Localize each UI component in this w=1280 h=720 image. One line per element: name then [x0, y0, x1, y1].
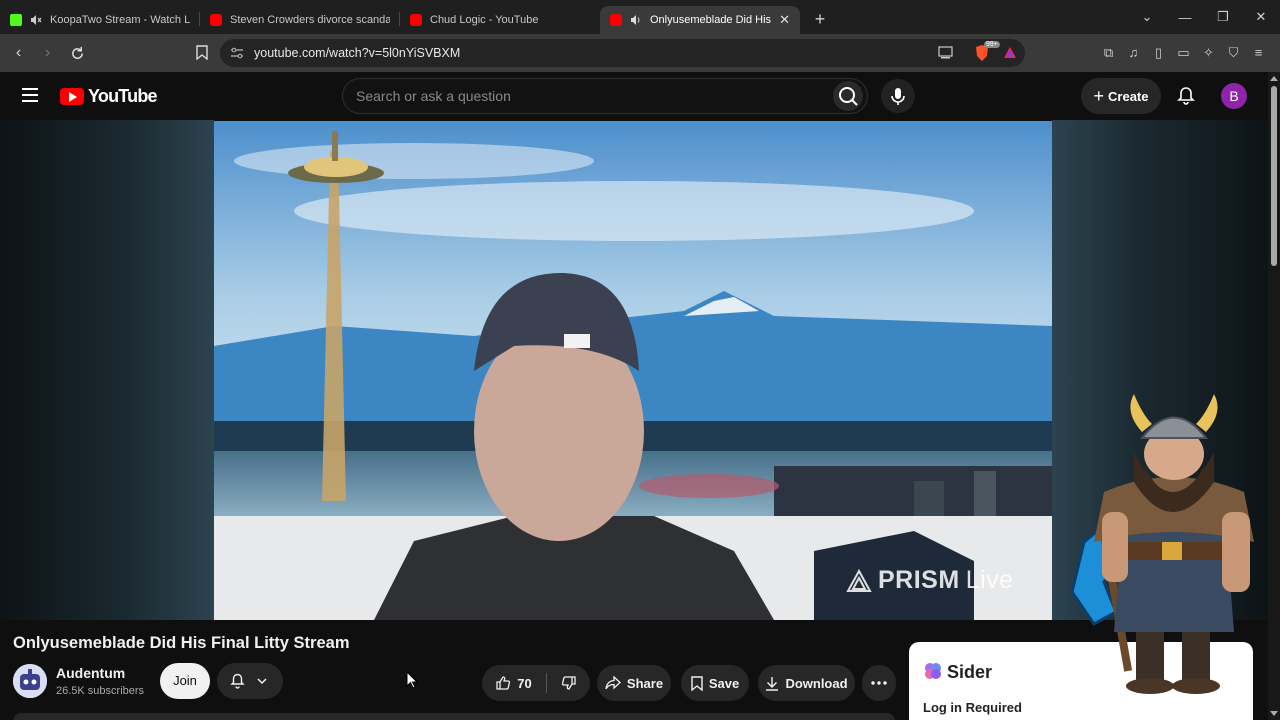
reload-icon[interactable]: [70, 46, 85, 61]
like-dislike-bar: 70: [482, 665, 590, 701]
kick-favicon-icon: [10, 14, 22, 26]
close-window-button[interactable]: ✕: [1242, 9, 1280, 25]
youtube-favicon-icon: [210, 14, 222, 26]
channel-name[interactable]: Audentum: [56, 665, 125, 681]
download-label: Download: [785, 675, 848, 691]
search-input[interactable]: [343, 79, 803, 113]
share-arrow-icon: [605, 676, 621, 690]
browser-tab-kick[interactable]: KoopaTwo Stream - Watch Live o: [0, 6, 200, 34]
save-label: Save: [708, 675, 740, 691]
account-avatar[interactable]: B: [1221, 83, 1247, 109]
extensions-area: ⧉ ♫ ▯ ▭ ✧ ⛉ ≡: [1100, 44, 1267, 61]
channel-avatar[interactable]: [13, 664, 47, 698]
subscription-notifications-button[interactable]: [217, 663, 283, 699]
like-divider: [545, 673, 547, 693]
youtube-logo[interactable]: YouTube: [60, 86, 158, 107]
forward-button[interactable]: ›: [35, 44, 60, 62]
mouse-cursor-icon: [406, 671, 418, 689]
browser-toolbar: ‹ › youtube.com/watch?v=5l0nYiSVBXM 99+ …: [0, 34, 1280, 72]
bookmark-icon[interactable]: [196, 45, 208, 60]
video-title: Onlyusemeblade Did His Final Litty Strea…: [13, 634, 350, 652]
tab-title: Chud Logic - YouTube: [430, 14, 539, 26]
ambient-glow-left: [0, 120, 214, 620]
window-controls: ⌄ — ❐ ✕: [1128, 0, 1280, 34]
microphone-icon: [891, 88, 905, 105]
scroll-down-arrow-icon[interactable]: [1270, 711, 1278, 716]
sidebar-toggle-icon[interactable]: ▯: [1150, 44, 1167, 61]
share-button[interactable]: Share: [597, 665, 671, 701]
like-count[interactable]: 70: [517, 676, 531, 691]
voice-search-button[interactable]: [881, 79, 915, 113]
brave-rewards-icon[interactable]: [1003, 46, 1017, 59]
create-label: Create: [1108, 88, 1149, 104]
tab-title: KoopaTwo Stream - Watch Live o: [50, 14, 190, 26]
search-icon: [839, 87, 858, 106]
cast-icon[interactable]: [938, 46, 953, 59]
address-bar[interactable]: youtube.com/watch?v=5l0nYiSVBXM: [220, 39, 1025, 67]
wallet-icon[interactable]: ▭: [1175, 44, 1192, 61]
search-box: [342, 78, 868, 114]
vpn-shield-icon[interactable]: ⛉: [1225, 44, 1242, 61]
video-frame-image: [214, 121, 1052, 620]
watermark-live: Live: [965, 566, 1014, 594]
download-arrow-icon: [766, 676, 779, 691]
chevron-down-icon: [257, 678, 267, 685]
prism-live-watermark: PRISM Live: [846, 566, 1014, 595]
muted-speaker-icon: [31, 15, 42, 25]
share-label: Share: [626, 675, 664, 691]
download-button[interactable]: Download: [758, 665, 855, 701]
more-actions-button[interactable]: [862, 665, 896, 701]
guide-menu-icon[interactable]: [22, 88, 38, 102]
minimize-button[interactable]: —: [1166, 10, 1204, 25]
dislike-thumbs-down-icon[interactable]: [561, 675, 577, 691]
notifications-bell-icon[interactable]: [1176, 86, 1196, 106]
save-button[interactable]: Save: [681, 665, 749, 701]
browser-tab-chudlogic[interactable]: Chud Logic - YouTube: [400, 6, 600, 34]
description-box[interactable]: [13, 713, 895, 720]
browser-tab-strip: KoopaTwo Stream - Watch Live o Steven Cr…: [0, 0, 1280, 34]
youtube-favicon-icon: [610, 14, 622, 26]
sider-brain-logo-icon: [925, 663, 941, 679]
site-settings-icon[interactable]: [230, 47, 244, 59]
browser-menu-icon[interactable]: ≡: [1250, 44, 1267, 61]
search-button[interactable]: [833, 81, 863, 111]
youtube-wordmark: YouTube: [88, 86, 158, 106]
save-bookmark-icon: [691, 675, 703, 691]
maximize-button[interactable]: ❐: [1204, 9, 1242, 25]
bell-icon: [230, 673, 245, 689]
brave-badge: 99+: [984, 41, 1000, 48]
more-dots-icon: [871, 681, 887, 685]
browser-tab-active[interactable]: Onlyusemeblade Did His Fina ✕: [600, 6, 800, 34]
tab-title: Onlyusemeblade Did His Fina: [650, 14, 772, 26]
back-button[interactable]: ‹: [6, 44, 31, 62]
channel-avatar-image: [13, 664, 47, 698]
join-button[interactable]: Join: [160, 663, 210, 699]
tab-search-chevron-icon[interactable]: ⌄: [1128, 9, 1166, 25]
like-thumbs-up-icon[interactable]: [495, 675, 511, 691]
plus-icon: +: [1093, 85, 1105, 106]
scroll-up-arrow-icon[interactable]: [1270, 76, 1278, 81]
url-text: youtube.com/watch?v=5l0nYiSVBXM: [254, 46, 461, 60]
sider-name: Sider: [947, 662, 993, 682]
scrollbar-thumb[interactable]: [1271, 86, 1277, 266]
prism-logo-icon: [846, 568, 872, 592]
new-tab-button[interactable]: +: [806, 9, 834, 30]
extensions-puzzle-icon[interactable]: ⧉: [1100, 44, 1117, 61]
leo-ai-icon[interactable]: ✧: [1200, 44, 1217, 61]
youtube-play-logo-icon: [60, 88, 84, 105]
media-music-icon[interactable]: ♫: [1125, 44, 1142, 61]
sider-login-status[interactable]: Log in Required: [923, 700, 1022, 715]
subscriber-count: 26.5K subscribers: [56, 685, 145, 697]
watermark-brand: PRISM: [878, 566, 960, 594]
viking-mascot-overlay-image: [1070, 394, 1254, 694]
close-tab-icon[interactable]: ✕: [779, 12, 790, 28]
youtube-masthead: YouTube + Create B: [0, 72, 1268, 120]
browser-tab-crowder[interactable]: Steven Crowders divorce scandal | RE: [200, 6, 400, 34]
youtube-favicon-icon: [410, 14, 422, 26]
video-player[interactable]: PRISM Live: [214, 121, 1052, 620]
speaker-icon[interactable]: [630, 14, 642, 26]
create-button[interactable]: + Create: [1081, 78, 1161, 114]
tab-title: Steven Crowders divorce scandal | RE: [230, 14, 390, 26]
